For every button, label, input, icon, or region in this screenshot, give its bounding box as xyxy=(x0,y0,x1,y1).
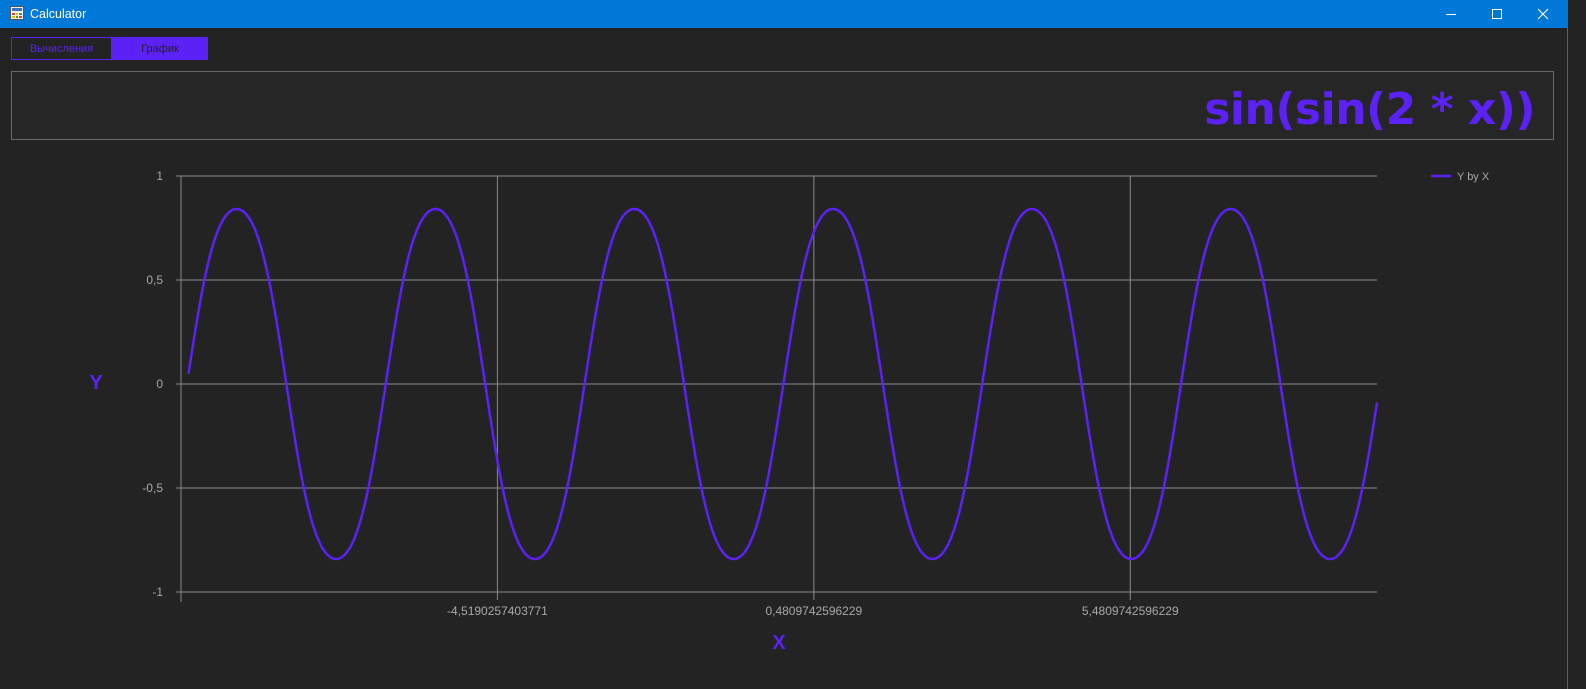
x-axis-label: X xyxy=(772,632,786,654)
y-axis-label: Y xyxy=(89,372,103,394)
maximize-button[interactable] xyxy=(1474,0,1520,28)
legend-label: Y by X xyxy=(1457,171,1490,183)
minimize-icon xyxy=(1446,14,1456,15)
tab-graph-label: График xyxy=(141,42,179,55)
y-tick-label: -1 xyxy=(152,585,163,599)
close-icon xyxy=(1537,8,1549,20)
y-tick-label: 0,5 xyxy=(146,273,163,287)
x-tick-label: -4,5190257403771 xyxy=(447,604,548,618)
y-tick-label: 1 xyxy=(156,169,163,183)
tab-graph[interactable]: График xyxy=(112,37,208,60)
tab-calculations-label: Вычисления xyxy=(29,42,94,55)
chart-canvas: 1 0,5 0 -0,5 -1 -4,5190257403771 0,48097425962… xyxy=(89,169,1490,654)
close-button[interactable] xyxy=(1520,0,1566,28)
minimize-button[interactable] xyxy=(1428,0,1474,28)
y-tick-label: -0,5 xyxy=(142,481,163,495)
tab-calculations[interactable]: Вычисления xyxy=(11,37,112,60)
maximize-icon xyxy=(1492,9,1502,19)
calculator-window: Calculator Вычисления График sin(sin(2 * xyxy=(0,0,1568,689)
calculator-app-icon xyxy=(10,6,24,20)
y-tick-label: 0 xyxy=(156,377,163,391)
window-title: Calculator xyxy=(30,7,87,21)
function-chart: 1 0,5 0 -0,5 -1 -4,5190257403771 0,48097425962… xyxy=(0,150,1568,689)
x-tick-label: 0,4809742596229 xyxy=(765,604,862,618)
expression-text: sin(sin(2 * x)) xyxy=(1204,84,1535,135)
expression-display: sin(sin(2 * x)) xyxy=(11,71,1554,140)
title-bar[interactable]: Calculator xyxy=(0,0,1568,28)
mode-tabs: Вычисления График xyxy=(11,37,208,60)
x-tick-label: 5,4809742596229 xyxy=(1082,604,1179,618)
